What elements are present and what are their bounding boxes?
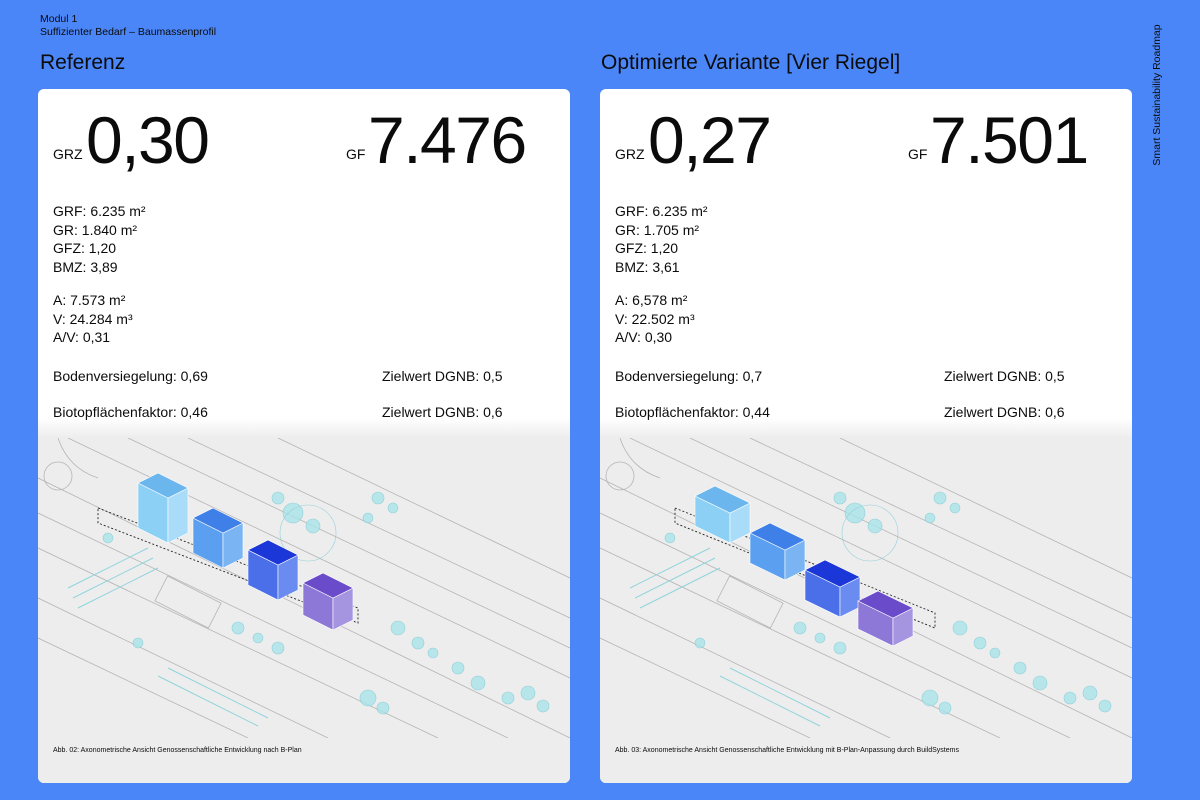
reference-title: Referenz <box>40 51 126 74</box>
stat-bmz: BMZ: 3,89 <box>53 258 118 275</box>
stats-group-volume: A: 6,578 m² V: 22.502 m³ A/V: 0,30 <box>615 291 695 347</box>
stat-a: A: 6,578 m² <box>615 292 688 308</box>
stats-group-area: GRF: 6.235 m² GR: 1.705 m² GFZ: 1,20 BMZ… <box>615 202 708 276</box>
axonometric-site-plan <box>600 438 1132 738</box>
header-meta: Modul 1 Suffizienter Bedarf – Baumassenp… <box>40 13 216 39</box>
stat-gr: GR: 1.840 m² <box>53 221 138 238</box>
sealing-target: Zielwert DGNB: 0,5 <box>382 368 503 384</box>
gf-value: 7.476 <box>368 103 527 177</box>
grz-value: 0,27 <box>648 103 772 177</box>
grz-value: 0,30 <box>86 103 210 177</box>
stat-av: A/V: 0,31 <box>53 329 111 345</box>
stat-gfz: GFZ: 1,20 <box>615 240 679 256</box>
caption: Abb. 02: Axonometrische Ansicht Genossen… <box>53 747 302 754</box>
stat-a: A: 7.573 m² <box>53 292 126 308</box>
site-plan-image: Abb. 03: Axonometrische Ansicht Genossen… <box>600 418 1132 783</box>
module-label: Modul 1 <box>40 13 78 25</box>
axonometric-site-plan <box>38 438 570 738</box>
stat-grf: GRF: 6.235 m² <box>615 203 708 219</box>
grz-label: GRZ <box>53 146 83 162</box>
stat-av: A/V: 0,30 <box>615 329 673 345</box>
stat-grf: GRF: 6.235 m² <box>53 203 146 219</box>
gf-label: GF <box>346 146 366 162</box>
module-subtitle: Suffizienter Bedarf – Baumassenprofil <box>40 26 217 38</box>
stat-bmz: BMZ: 3,61 <box>615 258 680 275</box>
grz-label: GRZ <box>615 146 645 162</box>
sealing-value: Bodenversiegelung: 0,7 <box>615 368 763 384</box>
sealing-target: Zielwert DGNB: 0,5 <box>944 368 1065 384</box>
stat-gr: GR: 1.705 m² <box>615 221 700 238</box>
stats-group-area: GRF: 6.235 m² GR: 1.840 m² GFZ: 1,20 BMZ… <box>53 202 146 276</box>
gf-value: 7.501 <box>930 103 1089 177</box>
reference-card: GRZ 0,30 GF 7.476 GRF: 6.235 m² GR: 1.84… <box>38 89 570 783</box>
gf-label: GF <box>908 146 928 162</box>
stat-gfz: GFZ: 1,20 <box>53 240 117 256</box>
optimized-card: GRZ 0,27 GF 7.501 GRF: 6.235 m² GR: 1.70… <box>600 89 1132 783</box>
stat-v: V: 24.284 m³ <box>53 310 133 327</box>
optimized-title: Optimierte Variante [Vier Riegel] <box>601 51 901 74</box>
site-plan-image: Abb. 02: Axonometrische Ansicht Genossen… <box>38 418 570 783</box>
sealing-value: Bodenversiegelung: 0,69 <box>53 368 208 384</box>
stat-v: V: 22.502 m³ <box>615 310 695 327</box>
side-title: Smart Sustainability Roadmap <box>1151 24 1163 166</box>
stats-group-volume: A: 7.573 m² V: 24.284 m³ A/V: 0,31 <box>53 291 133 347</box>
caption: Abb. 03: Axonometrische Ansicht Genossen… <box>615 747 959 754</box>
